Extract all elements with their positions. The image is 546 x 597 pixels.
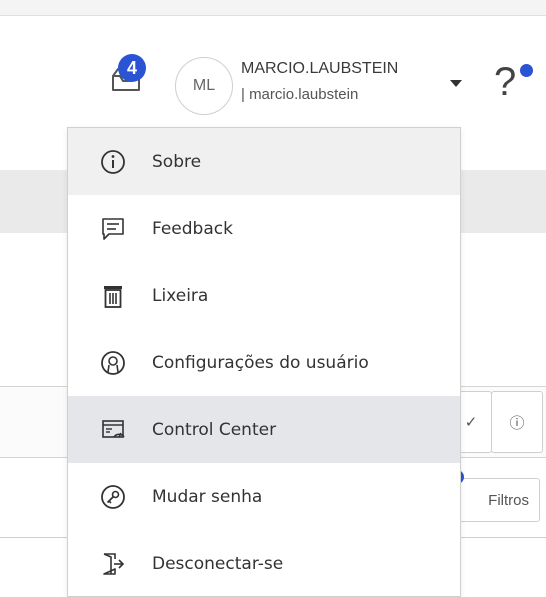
filters-button[interactable]: Filtros [458,478,540,522]
menu-item-sobre[interactable]: Sobre [68,128,460,195]
user-login[interactable]: | marcio.laubstein [241,86,358,103]
top-bar-strip [0,0,546,15]
menu-item-feedback[interactable]: Feedback [68,195,460,262]
menu-item-label: Control Center [152,419,277,440]
menu-item-lixeira[interactable]: Lixeira [68,262,460,329]
info-icon [100,149,126,175]
top-bar-divider [0,15,546,16]
menu-item-logout[interactable]: Desconectar-se [68,530,460,597]
menu-item-label: Desconectar-se [152,553,284,574]
avatar[interactable]: ML [175,57,233,115]
notification-count-badge: 4 [118,54,146,82]
info-icon: ⓘ [509,413,525,432]
help-indicator-dot [520,64,533,77]
trash-icon [100,283,126,309]
menu-item-label: Mudar senha [152,486,263,507]
logout-icon [100,551,126,577]
filters-label: Filtros [488,491,529,509]
help-icon[interactable]: ? [494,62,516,102]
info-button[interactable]: ⓘ [491,391,543,453]
menu-item-label: Feedback [152,218,233,239]
check-icon: ✓ [464,413,478,431]
user-menu: Sobre Feedback Lixeira Configurações do … [67,127,461,597]
chevron-down-icon[interactable] [450,80,462,87]
menu-item-label: Sobre [152,151,202,172]
menu-item-user-settings[interactable]: Configurações do usuário [68,329,460,396]
user-display-name[interactable]: MARCIO.LAUBSTEIN [241,60,398,78]
menu-item-label: Lixeira [152,285,209,306]
menu-item-label: Configurações do usuário [152,352,369,373]
user-settings-icon [100,350,126,376]
menu-item-control-center[interactable]: Control Center [68,396,460,463]
key-icon [100,484,126,510]
control-center-icon [100,417,126,443]
feedback-icon [100,216,126,242]
menu-item-change-password[interactable]: Mudar senha [68,463,460,530]
